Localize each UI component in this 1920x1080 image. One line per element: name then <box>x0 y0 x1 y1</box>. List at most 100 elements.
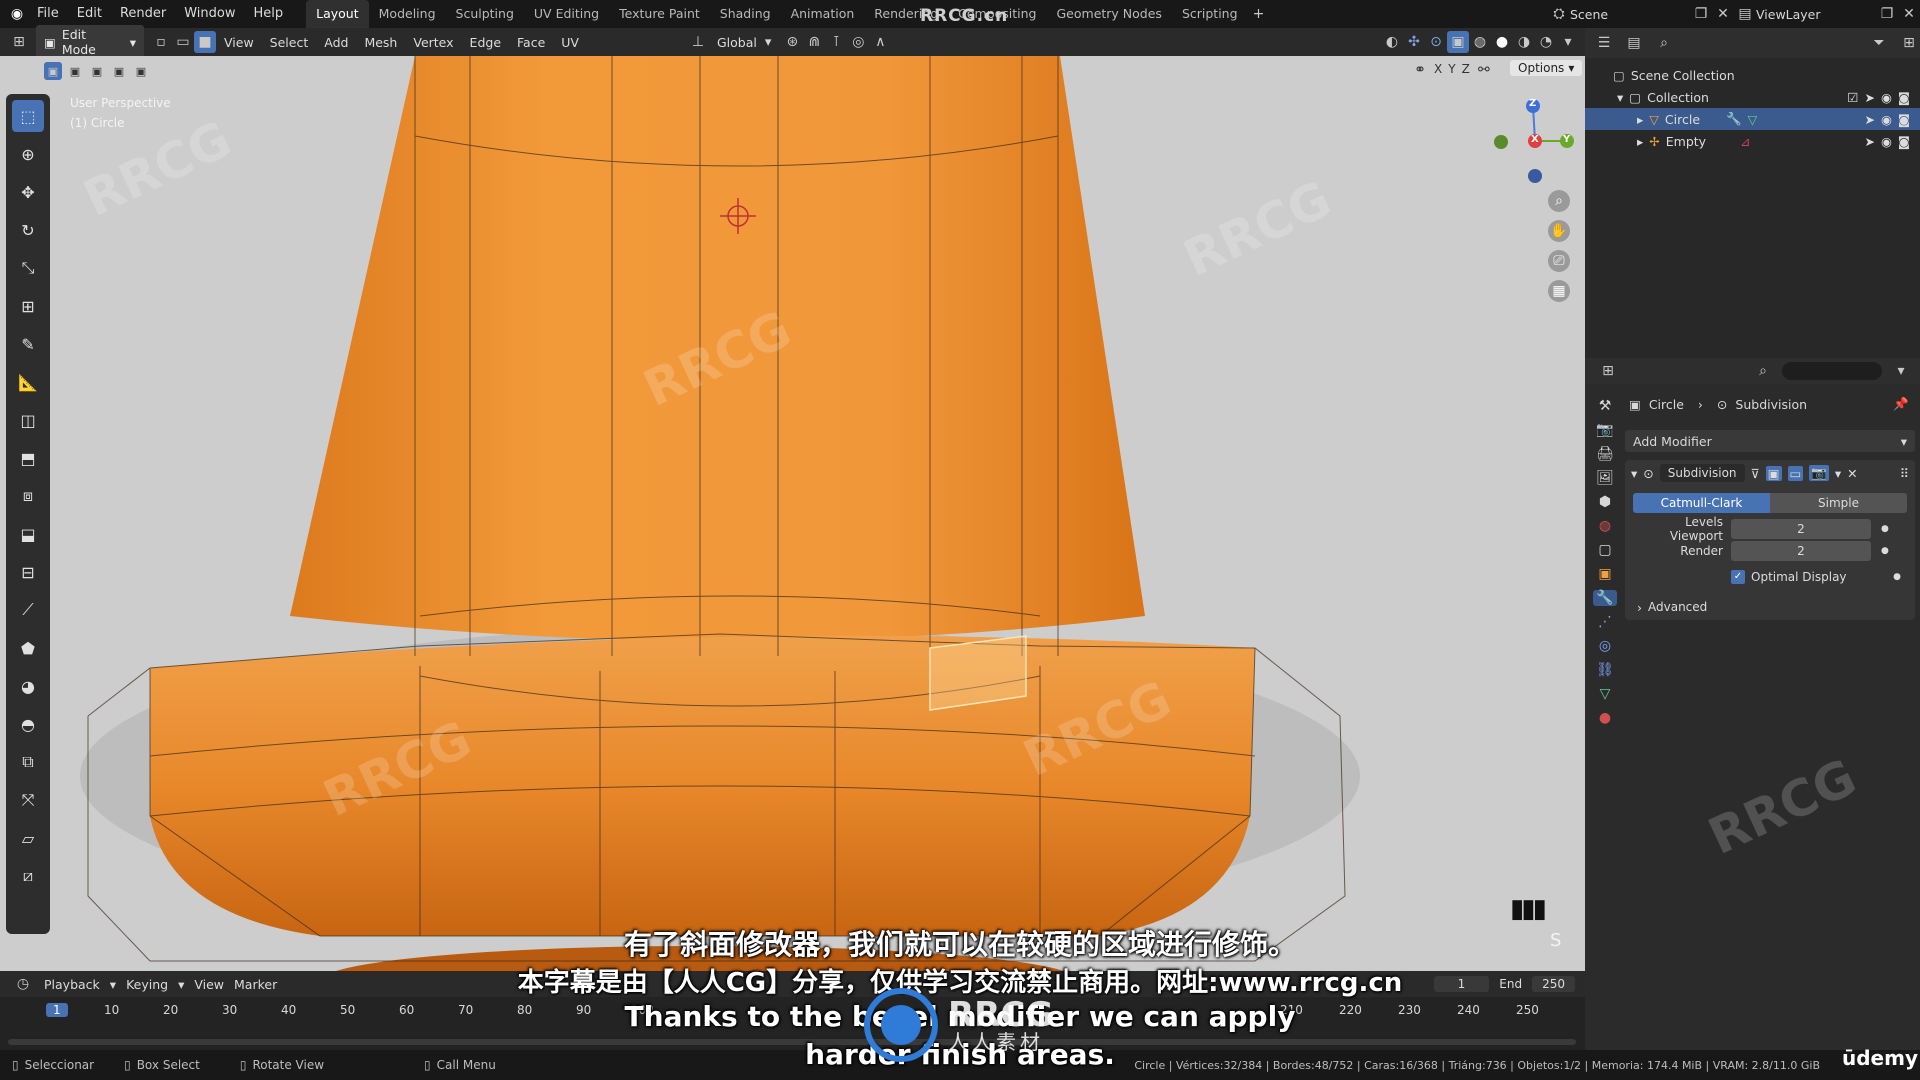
constraints-tab-icon[interactable]: ⛓ <box>1596 662 1614 678</box>
ortho-grid-icon[interactable]: ▦ <box>1548 280 1570 302</box>
catmull-clark-button[interactable]: Catmull-Clark <box>1633 493 1770 513</box>
select-arrow-icon[interactable]: ➤ <box>1864 112 1874 127</box>
menu-window[interactable]: Window <box>175 0 244 28</box>
options-button[interactable]: Options ▾ <box>1510 60 1583 76</box>
drag-handle-icon[interactable]: ⠿ <box>1900 466 1909 481</box>
tab-uv-editing[interactable]: UV Editing <box>524 0 609 28</box>
modifier-name-field[interactable]: Subdivision <box>1659 464 1745 482</box>
simple-button[interactable]: Simple <box>1770 493 1907 513</box>
collection-row[interactable]: ▾ ▢ Collection ☑ ➤ ◉ ◙ <box>1585 86 1920 108</box>
add-modifier-dropdown[interactable]: Add Modifier ▾ <box>1625 430 1915 452</box>
move-tool-icon[interactable]: ✥ <box>12 176 44 208</box>
scene-collection-row[interactable]: ▢ Scene Collection <box>1585 64 1920 86</box>
eye-icon[interactable]: ◉ <box>1881 90 1892 105</box>
view-layer-icon[interactable]: ▤ <box>1734 3 1756 25</box>
axis-x-toggle[interactable]: X <box>1434 62 1442 78</box>
close-layer-icon[interactable]: ✕ <box>1898 3 1920 25</box>
measure-tool-icon[interactable]: 📐 <box>12 366 44 398</box>
render-levels-field[interactable]: 2 <box>1731 541 1871 561</box>
wireframe-shading-icon[interactable]: ◍ <box>1469 31 1491 53</box>
menu-view[interactable]: View <box>216 35 262 50</box>
select-intersect-icon[interactable]: ▣ <box>132 62 150 80</box>
annotate-tool-icon[interactable]: ✎ <box>12 328 44 360</box>
loop-cut-tool-icon[interactable]: ⊟ <box>12 556 44 588</box>
camera-icon[interactable]: ◙ <box>1898 90 1910 105</box>
blender-logo-icon[interactable]: ◉ <box>6 3 28 25</box>
select-invert-icon[interactable]: ▣ <box>110 62 128 80</box>
search-field[interactable] <box>1782 362 1882 380</box>
menu-uv[interactable]: UV <box>553 35 587 50</box>
rendered-shading-icon[interactable]: ◔ <box>1535 31 1557 53</box>
modifier-tab-icon[interactable]: 🔧 <box>1593 590 1617 606</box>
shrink-fatten-tool-icon[interactable]: ⤧ <box>12 784 44 816</box>
camera-icon[interactable]: ◙ <box>1898 112 1910 127</box>
checkbox-icon[interactable]: ☑ <box>1847 90 1858 105</box>
advanced-subpanel[interactable]: › Advanced <box>1625 596 1915 618</box>
transform-tool-icon[interactable]: ⊞ <box>12 290 44 322</box>
camera-view-icon[interactable]: ⎚ <box>1548 250 1570 272</box>
edge-slide-tool-icon[interactable]: ⧉ <box>12 746 44 778</box>
spin-tool-icon[interactable]: ◕ <box>12 670 44 702</box>
close-scene-icon[interactable]: ✕ <box>1712 3 1734 25</box>
poly-build-tool-icon[interactable]: ⬟ <box>12 632 44 664</box>
transform-orientation[interactable]: Global <box>709 35 765 50</box>
tab-texture-paint[interactable]: Texture Paint <box>609 0 710 28</box>
proportional-edit-icon[interactable]: ◎ <box>847 31 869 53</box>
scene-icon[interactable]: ⛭ <box>1548 3 1570 25</box>
axis-y-toggle[interactable]: Y <box>1448 62 1455 78</box>
keyframe-dot-icon[interactable]: ● <box>1893 572 1901 582</box>
menu-file[interactable]: File <box>28 0 68 28</box>
cursor-tool-icon[interactable]: ⊕ <box>12 138 44 170</box>
menu-select[interactable]: Select <box>262 35 317 50</box>
edit-cage-icon[interactable]: ⊽ <box>1751 466 1760 481</box>
vertex-select-icon[interactable]: ▫ <box>150 31 172 53</box>
menu-help[interactable]: Help <box>245 0 293 28</box>
menu-add[interactable]: Add <box>316 35 356 50</box>
edit-mode-toggle-icon[interactable]: ▣ <box>1765 465 1782 481</box>
search-icon[interactable]: ⌕ <box>1653 32 1675 54</box>
shear-tool-icon[interactable]: ▱ <box>12 822 44 854</box>
close-icon[interactable]: ✕ <box>1847 466 1857 481</box>
solid-shading-icon[interactable]: ● <box>1491 31 1513 53</box>
render-tab-icon[interactable]: 📷 <box>1596 422 1613 438</box>
pin-icon[interactable]: 📌 <box>1893 396 1909 412</box>
select-arrow-icon[interactable]: ➤ <box>1864 90 1874 105</box>
outliner-item-empty[interactable]: ▸ ✢ Empty ⊿ ➤ ◉ ◙ <box>1585 130 1920 152</box>
tab-layout[interactable]: Layout <box>306 0 369 28</box>
filter-icon[interactable]: ⏷ <box>1868 32 1890 54</box>
eye-icon[interactable]: ◉ <box>1881 134 1892 149</box>
chevron-right-icon[interactable]: ▸ <box>1637 134 1643 149</box>
eye-icon[interactable]: ◉ <box>1881 112 1892 127</box>
tab-sculpting[interactable]: Sculpting <box>446 0 524 28</box>
tab-scripting[interactable]: Scripting <box>1172 0 1248 28</box>
menu-edge[interactable]: Edge <box>462 35 509 50</box>
search-icon[interactable]: ⌕ <box>1752 360 1774 382</box>
pan-hand-icon[interactable]: ✋ <box>1548 220 1570 242</box>
add-workspace-icon[interactable]: + <box>1248 3 1270 25</box>
xray-icon[interactable]: ▣ <box>1447 31 1469 53</box>
collection-tab-icon[interactable]: ▢ <box>1598 542 1611 558</box>
gizmo-icon[interactable]: ✣ <box>1403 31 1425 53</box>
render-toggle-icon[interactable]: 📷 <box>1809 465 1829 481</box>
material-shading-icon[interactable]: ◑ <box>1513 31 1535 53</box>
select-new-icon[interactable]: ▣ <box>44 62 62 80</box>
add-cube-tool-icon[interactable]: ◫ <box>12 404 44 436</box>
shading-options-icon[interactable]: ▾ <box>1557 31 1579 53</box>
scene-name[interactable]: Scene <box>1570 7 1690 22</box>
smooth-tool-icon[interactable]: ◓ <box>12 708 44 740</box>
output-tab-icon[interactable]: 🖨 <box>1596 446 1614 462</box>
copy-scene-icon[interactable]: ❐ <box>1690 3 1712 25</box>
snap-icon[interactable]: ⋒ <box>803 31 825 53</box>
overlay-icon[interactable]: ⊙ <box>1425 31 1447 53</box>
properties-type-icon[interactable]: ⊞ <box>1597 360 1619 382</box>
pivot-icon[interactable]: ⊛ <box>781 31 803 53</box>
bevel-tool-icon[interactable]: ⬓ <box>12 518 44 550</box>
menu-face[interactable]: Face <box>509 35 553 50</box>
levels-viewport-field[interactable]: 2 <box>1731 519 1871 539</box>
optimal-display-checkbox[interactable]: ✓ <box>1731 570 1745 584</box>
display-mode-icon[interactable]: ▤ <box>1623 32 1645 54</box>
chevron-down-icon[interactable]: ▾ <box>1617 90 1623 105</box>
chevron-down-icon[interactable]: ▾ <box>1890 360 1912 382</box>
object-tab-icon[interactable]: ▣ <box>1598 566 1611 582</box>
edge-select-icon[interactable]: ▭ <box>172 31 194 53</box>
